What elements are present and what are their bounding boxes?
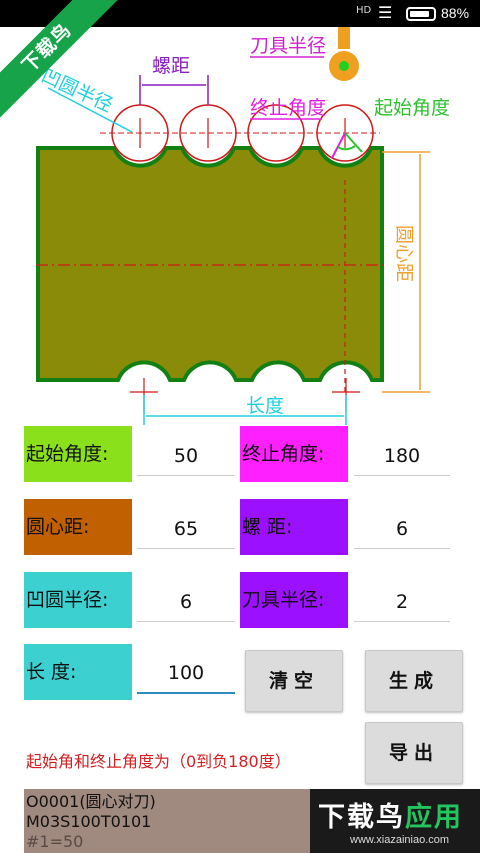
pitch-label-box: 螺 距: bbox=[240, 499, 348, 555]
output-line: M03S100T0101 bbox=[26, 812, 152, 831]
start-angle-label-box: 起始角度: bbox=[24, 426, 132, 482]
brand-title: 下载鸟应用 bbox=[318, 802, 463, 833]
tool-radius-input[interactable] bbox=[354, 582, 450, 622]
center-distance-input[interactable] bbox=[137, 509, 235, 549]
end-angle-label-box: 终止角度: bbox=[240, 426, 348, 482]
start-angle-label: 起始角度 bbox=[374, 97, 450, 119]
end-angle-input[interactable] bbox=[354, 436, 450, 476]
center-distance-label-box: 圆心距: bbox=[24, 499, 132, 555]
tool-radius-label-box: 刀具半径: bbox=[240, 572, 348, 628]
tool-shank bbox=[338, 27, 350, 49]
length-input[interactable] bbox=[137, 654, 235, 694]
tool-center-dot bbox=[339, 61, 349, 71]
length-label-box: 长 度: bbox=[24, 644, 132, 700]
pitch-input[interactable] bbox=[354, 509, 450, 549]
top-crosshairs bbox=[139, 118, 346, 148]
generate-button[interactable]: 生成 bbox=[365, 650, 463, 712]
end-angle-label: 终止角度 bbox=[250, 97, 326, 119]
clear-button[interactable]: 清空 bbox=[245, 650, 343, 712]
output-line: #1=50 bbox=[26, 832, 84, 851]
angle-range-note: 起始角和终止角度为（0到负180度） bbox=[26, 752, 291, 771]
pitch-label: 螺距 bbox=[152, 55, 190, 77]
concave-radius-input[interactable] bbox=[137, 582, 235, 622]
concave-radius-label: 凹圆半径 bbox=[38, 65, 116, 117]
groove-diagram: 螺距 凹圆半径 刀具半径 终止角度 起始角度 圆心距 长度 bbox=[36, 27, 450, 425]
length-dimension bbox=[143, 395, 347, 425]
export-button[interactable]: 导出 bbox=[365, 722, 463, 784]
tool-radius-label: 刀具半径 bbox=[250, 35, 326, 57]
pitch-dimension bbox=[139, 75, 209, 105]
output-line: O0001(圆心对刀) bbox=[26, 792, 156, 811]
angle-marks bbox=[331, 132, 363, 159]
center-distance-label: 圆心距 bbox=[393, 225, 415, 282]
brand-url: www.xiazainiao.com bbox=[350, 834, 450, 846]
gcode-output[interactable]: O0001(圆心对刀) M03S100T0101 #1=50 bbox=[24, 789, 348, 853]
workpiece-body bbox=[36, 146, 384, 382]
length-label: 长度 bbox=[246, 395, 284, 417]
brand-watermark: 下载鸟应用 www.xiazainiao.com bbox=[310, 789, 480, 853]
concave-radius-label-box: 凹圆半径: bbox=[24, 572, 132, 628]
start-angle-input[interactable] bbox=[137, 436, 235, 476]
